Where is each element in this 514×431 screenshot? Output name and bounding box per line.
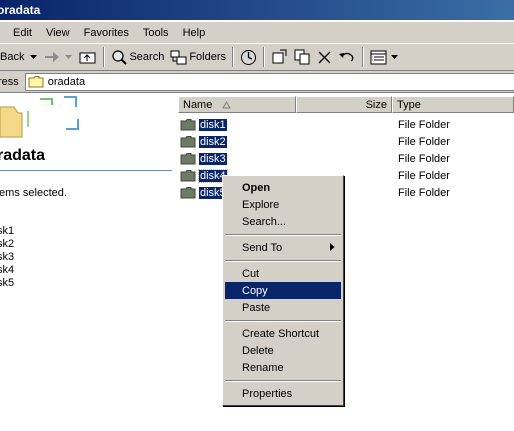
table-row[interactable]: disk1	[180, 116, 227, 133]
search-label: Search	[129, 51, 165, 63]
folder-banner-icon	[0, 96, 79, 138]
menu-separator	[225, 380, 341, 382]
menu-bar: Edit View Favorites Tools Help	[0, 22, 514, 44]
menu-item-create-shortcut[interactable]: Create Shortcut	[225, 325, 341, 342]
history-icon	[241, 49, 257, 65]
address-value: oradata	[47, 75, 86, 88]
toolbar-separator	[103, 47, 106, 67]
selection-info: tems selected.	[0, 187, 67, 199]
chevron-down-icon	[391, 55, 399, 59]
back-button[interactable]: Back	[0, 46, 41, 68]
list-item: sk5	[0, 277, 15, 289]
move-to-icon	[272, 49, 287, 64]
history-button[interactable]	[237, 46, 260, 68]
list-item: sk2	[0, 238, 15, 250]
folders-button[interactable]: Folders	[167, 46, 229, 68]
list-item: sk1	[0, 225, 15, 237]
web-view-pane: radata tems selected. sk1 sk2 sk3 sk4 sk…	[0, 93, 178, 431]
folder-title: radata	[0, 147, 46, 164]
menu-item-open[interactable]: Open	[225, 179, 341, 196]
copy-to-icon	[294, 49, 310, 65]
move-to-button[interactable]	[268, 46, 291, 68]
chevron-down-icon	[65, 55, 73, 59]
column-header-type[interactable]: Type	[392, 96, 514, 113]
address-label: ress	[0, 75, 19, 88]
sort-up-icon	[222, 100, 232, 108]
search-icon	[112, 50, 128, 65]
column-header-name[interactable]: Name	[178, 96, 296, 113]
table-row[interactable]: disk5	[180, 184, 227, 201]
forward-button[interactable]	[41, 46, 76, 68]
undo-button[interactable]	[335, 46, 359, 68]
delete-button[interactable]	[314, 46, 335, 68]
folder-icon	[28, 76, 44, 88]
up-folder-icon	[79, 52, 96, 63]
file-name: disk1	[199, 118, 227, 131]
column-size-label: Size	[365, 98, 387, 111]
menu-separator	[225, 234, 341, 236]
toolbar-separator	[362, 47, 365, 67]
column-name-label: Name	[183, 98, 213, 111]
table-row[interactable]: disk2	[180, 133, 227, 150]
toolbar: Back Search Folders	[0, 44, 514, 71]
folder-icon	[180, 187, 196, 199]
arrow-right-icon	[45, 52, 60, 62]
folder-icon	[180, 136, 196, 148]
folder-icon	[180, 119, 196, 131]
address-bar: ress oradata	[0, 71, 514, 93]
menu-separator	[225, 260, 341, 262]
menu-edit[interactable]: Edit	[6, 27, 39, 39]
folders-icon	[170, 50, 187, 64]
menu-help[interactable]: Help	[176, 27, 213, 39]
undo-icon	[339, 52, 354, 62]
list-item: sk3	[0, 251, 15, 263]
menu-item-send-to[interactable]: Send To	[225, 239, 341, 256]
list-item: sk4	[0, 264, 15, 276]
menu-item-delete[interactable]: Delete	[225, 342, 341, 359]
column-type-label: Type	[397, 98, 421, 111]
column-header-size[interactable]: Size	[296, 96, 392, 113]
table-row[interactable]: disk3	[180, 150, 227, 167]
menu-tools[interactable]: Tools	[136, 27, 176, 39]
folder-icon	[180, 170, 196, 182]
toolbar-separator	[263, 47, 266, 67]
address-input[interactable]: oradata	[24, 72, 514, 91]
views-button[interactable]	[367, 46, 402, 68]
file-type: File Folder	[398, 186, 450, 199]
window-title: oradata	[0, 3, 41, 17]
file-type: File Folder	[398, 135, 450, 148]
chevron-down-icon	[30, 55, 38, 59]
title-divider	[0, 170, 172, 171]
folder-icon	[180, 153, 196, 165]
menu-item-properties[interactable]: Properties	[225, 385, 341, 402]
table-row[interactable]: disk4	[180, 167, 228, 184]
views-icon	[370, 50, 387, 64]
context-menu: Open Explore Search... Send To Cut Copy …	[222, 175, 344, 406]
file-type: File Folder	[398, 152, 450, 165]
file-name: disk3	[199, 152, 227, 165]
file-type: File Folder	[398, 118, 450, 131]
menu-item-search[interactable]: Search...	[225, 213, 341, 230]
menu-item-copy[interactable]: Copy	[225, 282, 341, 299]
selected-items-list: sk1 sk2 sk3 sk4 sk5	[0, 225, 14, 290]
copy-to-button[interactable]	[291, 46, 314, 68]
chevron-right-icon	[330, 243, 335, 251]
file-name: disk2	[199, 135, 227, 148]
menu-item-paste[interactable]: Paste	[225, 299, 341, 316]
send-to-label: Send To	[242, 241, 283, 254]
title-bar: oradata	[0, 0, 514, 20]
menu-item-explore[interactable]: Explore	[225, 196, 341, 213]
up-folder-button[interactable]	[76, 46, 100, 68]
back-label: Back	[0, 51, 25, 63]
folders-label: Folders	[189, 51, 227, 63]
search-button[interactable]: Search	[108, 46, 167, 68]
file-type: File Folder	[398, 169, 450, 182]
menu-view[interactable]: View	[39, 27, 77, 39]
close-icon	[318, 51, 331, 63]
menu-favorites[interactable]: Favorites	[77, 27, 136, 39]
toolbar-separator	[232, 47, 235, 67]
menu-item-rename[interactable]: Rename	[225, 359, 341, 376]
menu-separator	[225, 320, 341, 322]
menu-item-cut[interactable]: Cut	[225, 265, 341, 282]
